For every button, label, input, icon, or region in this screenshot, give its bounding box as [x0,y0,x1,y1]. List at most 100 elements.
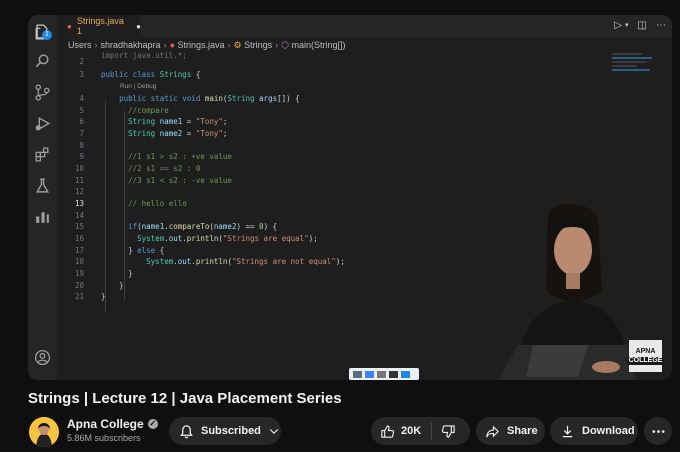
code-line: System.out.println("Strings are not equa… [146,257,345,266]
line-number: 5 [79,106,84,115]
code-line: // hello ello [101,199,187,208]
line-number: 21 [74,292,84,301]
java-file-icon: ● [169,40,175,50]
code-line: public class Strings { [101,70,201,79]
select-tool-icon[interactable] [353,370,362,378]
dislike-button[interactable] [441,424,456,439]
download-icon [562,425,573,437]
line-number: 8 [79,141,84,150]
breadcrumb-item[interactable]: shradhakhapra [101,40,161,50]
source-control-icon[interactable] [34,84,51,101]
subscribed-label: Subscribed [201,425,261,437]
share-arrow-icon [486,424,499,438]
zoom-tool-icon[interactable] [401,370,410,378]
line-number: 14 [74,211,84,220]
code-line: String name1 = "Tony"; [128,117,228,126]
highlighter-tool-icon[interactable] [389,370,398,378]
search-icon[interactable] [34,53,51,70]
share-label: Share [507,425,538,437]
line-number: 2 [79,57,84,66]
line-number: 19 [74,269,84,278]
line-number: 7 [79,129,84,138]
breadcrumb-item[interactable]: Strings [244,40,272,50]
line-number: 13 [74,199,84,208]
line-number: 9 [79,152,84,161]
account-icon[interactable] [34,349,51,366]
code-line: } [101,292,106,301]
subscribed-button[interactable]: Subscribed [169,417,281,445]
like-button[interactable]: 20K [380,424,421,439]
line-number: 15 [74,222,84,231]
pen-tool-icon[interactable] [377,370,386,378]
tab-label: Strings.java 1 [76,16,124,36]
tab-strings-java[interactable]: ● Strings.java 1 ● [57,15,141,37]
code-line: String name2 = "Tony"; [128,129,228,138]
channel-name-text[interactable]: Apna College [67,417,144,431]
video-title: Strings | Lecture 12 | Java Placement Se… [28,390,342,407]
minimap[interactable] [612,53,662,83]
code-line: import java.util.*; [101,51,187,60]
run-icon[interactable]: ▷ [614,20,622,31]
annotation-toolbar[interactable] [349,368,419,380]
code-line: System.out.println("Strings are equal"); [137,234,318,243]
chart-icon[interactable] [34,208,51,225]
code-line: //3 s1 < s2 : -ve value [101,176,232,185]
breadcrumb: Users › shradhakhapra › ● Strings.java › ⚙ Str… [68,40,346,50]
editor-tab-bar: ● Strings.java 1 ● ▷ ▾ ◫ ⋯ [57,15,672,37]
unsaved-dot-icon: ● [136,21,141,31]
like-count: 20K [401,425,422,437]
line-number: 12 [74,187,84,196]
code-line: } [101,281,124,290]
line-number: 18 [74,257,84,266]
code-line: //1 s1 > s2 : +ve value [101,152,232,161]
subscriber-count: 5.86M subscribers [67,433,141,443]
chevron-down-icon[interactable]: ▾ [625,21,629,31]
divider [431,422,433,440]
notification-badge: 1 [42,30,52,40]
class-icon: ⚙ [233,40,242,50]
channel-avatar[interactable] [29,417,59,447]
channel-name[interactable]: Apna College ✓ [67,417,158,431]
line-number: 4 [79,94,84,103]
line-number: 3 [79,70,84,79]
bell-icon [180,424,193,438]
verified-check-icon: ✓ [147,419,158,429]
watermark-line: COLLEGE [626,356,665,365]
chevron-down-icon [269,429,279,435]
more-icon[interactable]: ⋯ [656,20,666,31]
code-line: } else { [101,246,165,255]
run-debug-icon[interactable] [34,115,51,132]
split-editor-icon[interactable]: ◫ [638,20,647,31]
download-button[interactable]: Download [550,417,638,445]
activity-bar: 1 [28,15,57,380]
line-number: 16 [74,234,84,243]
breadcrumb-item[interactable]: Strings.java [178,40,225,50]
breadcrumb-item[interactable]: Users [68,40,92,50]
line-number: 10 [74,164,84,173]
more-actions-button[interactable] [644,417,672,445]
code-line: } [101,269,133,278]
line-number: 20 [74,281,84,290]
code-line: if(name1.compareTo(name2) == 0) { [128,222,278,231]
extensions-icon[interactable] [34,146,51,163]
line-number: 17 [74,246,84,255]
breadcrumb-item[interactable]: main(String[]) [292,40,346,50]
code-line: //2 s1 == s2 : 0 [101,164,201,173]
line-number: 6 [79,117,84,126]
editor-toolbar: ▷ ▾ ◫ ⋯ [614,20,666,31]
thumbs-down-icon [442,424,455,438]
share-button[interactable]: Share [476,417,545,445]
thumbs-up-icon [381,424,395,438]
method-icon: ⬡ [281,40,290,50]
screen-tool-icon[interactable] [365,370,374,378]
java-file-icon: ● [67,21,72,31]
more-horizontal-icon [652,429,664,433]
download-label: Download [582,425,635,437]
testing-flask-icon[interactable] [34,177,51,194]
line-number: 11 [74,176,84,185]
apna-college-watermark: APNA COLLEGE [626,340,665,372]
watermark-line: APNA [635,347,656,355]
like-dislike-group: 20K [371,417,470,445]
video-player[interactable]: 1 ● Strings.java 1 ● ▷ ▾ ◫ ⋯ Users › shr… [28,15,672,380]
codelens-run-debug[interactable]: Run | Debug [120,83,156,90]
